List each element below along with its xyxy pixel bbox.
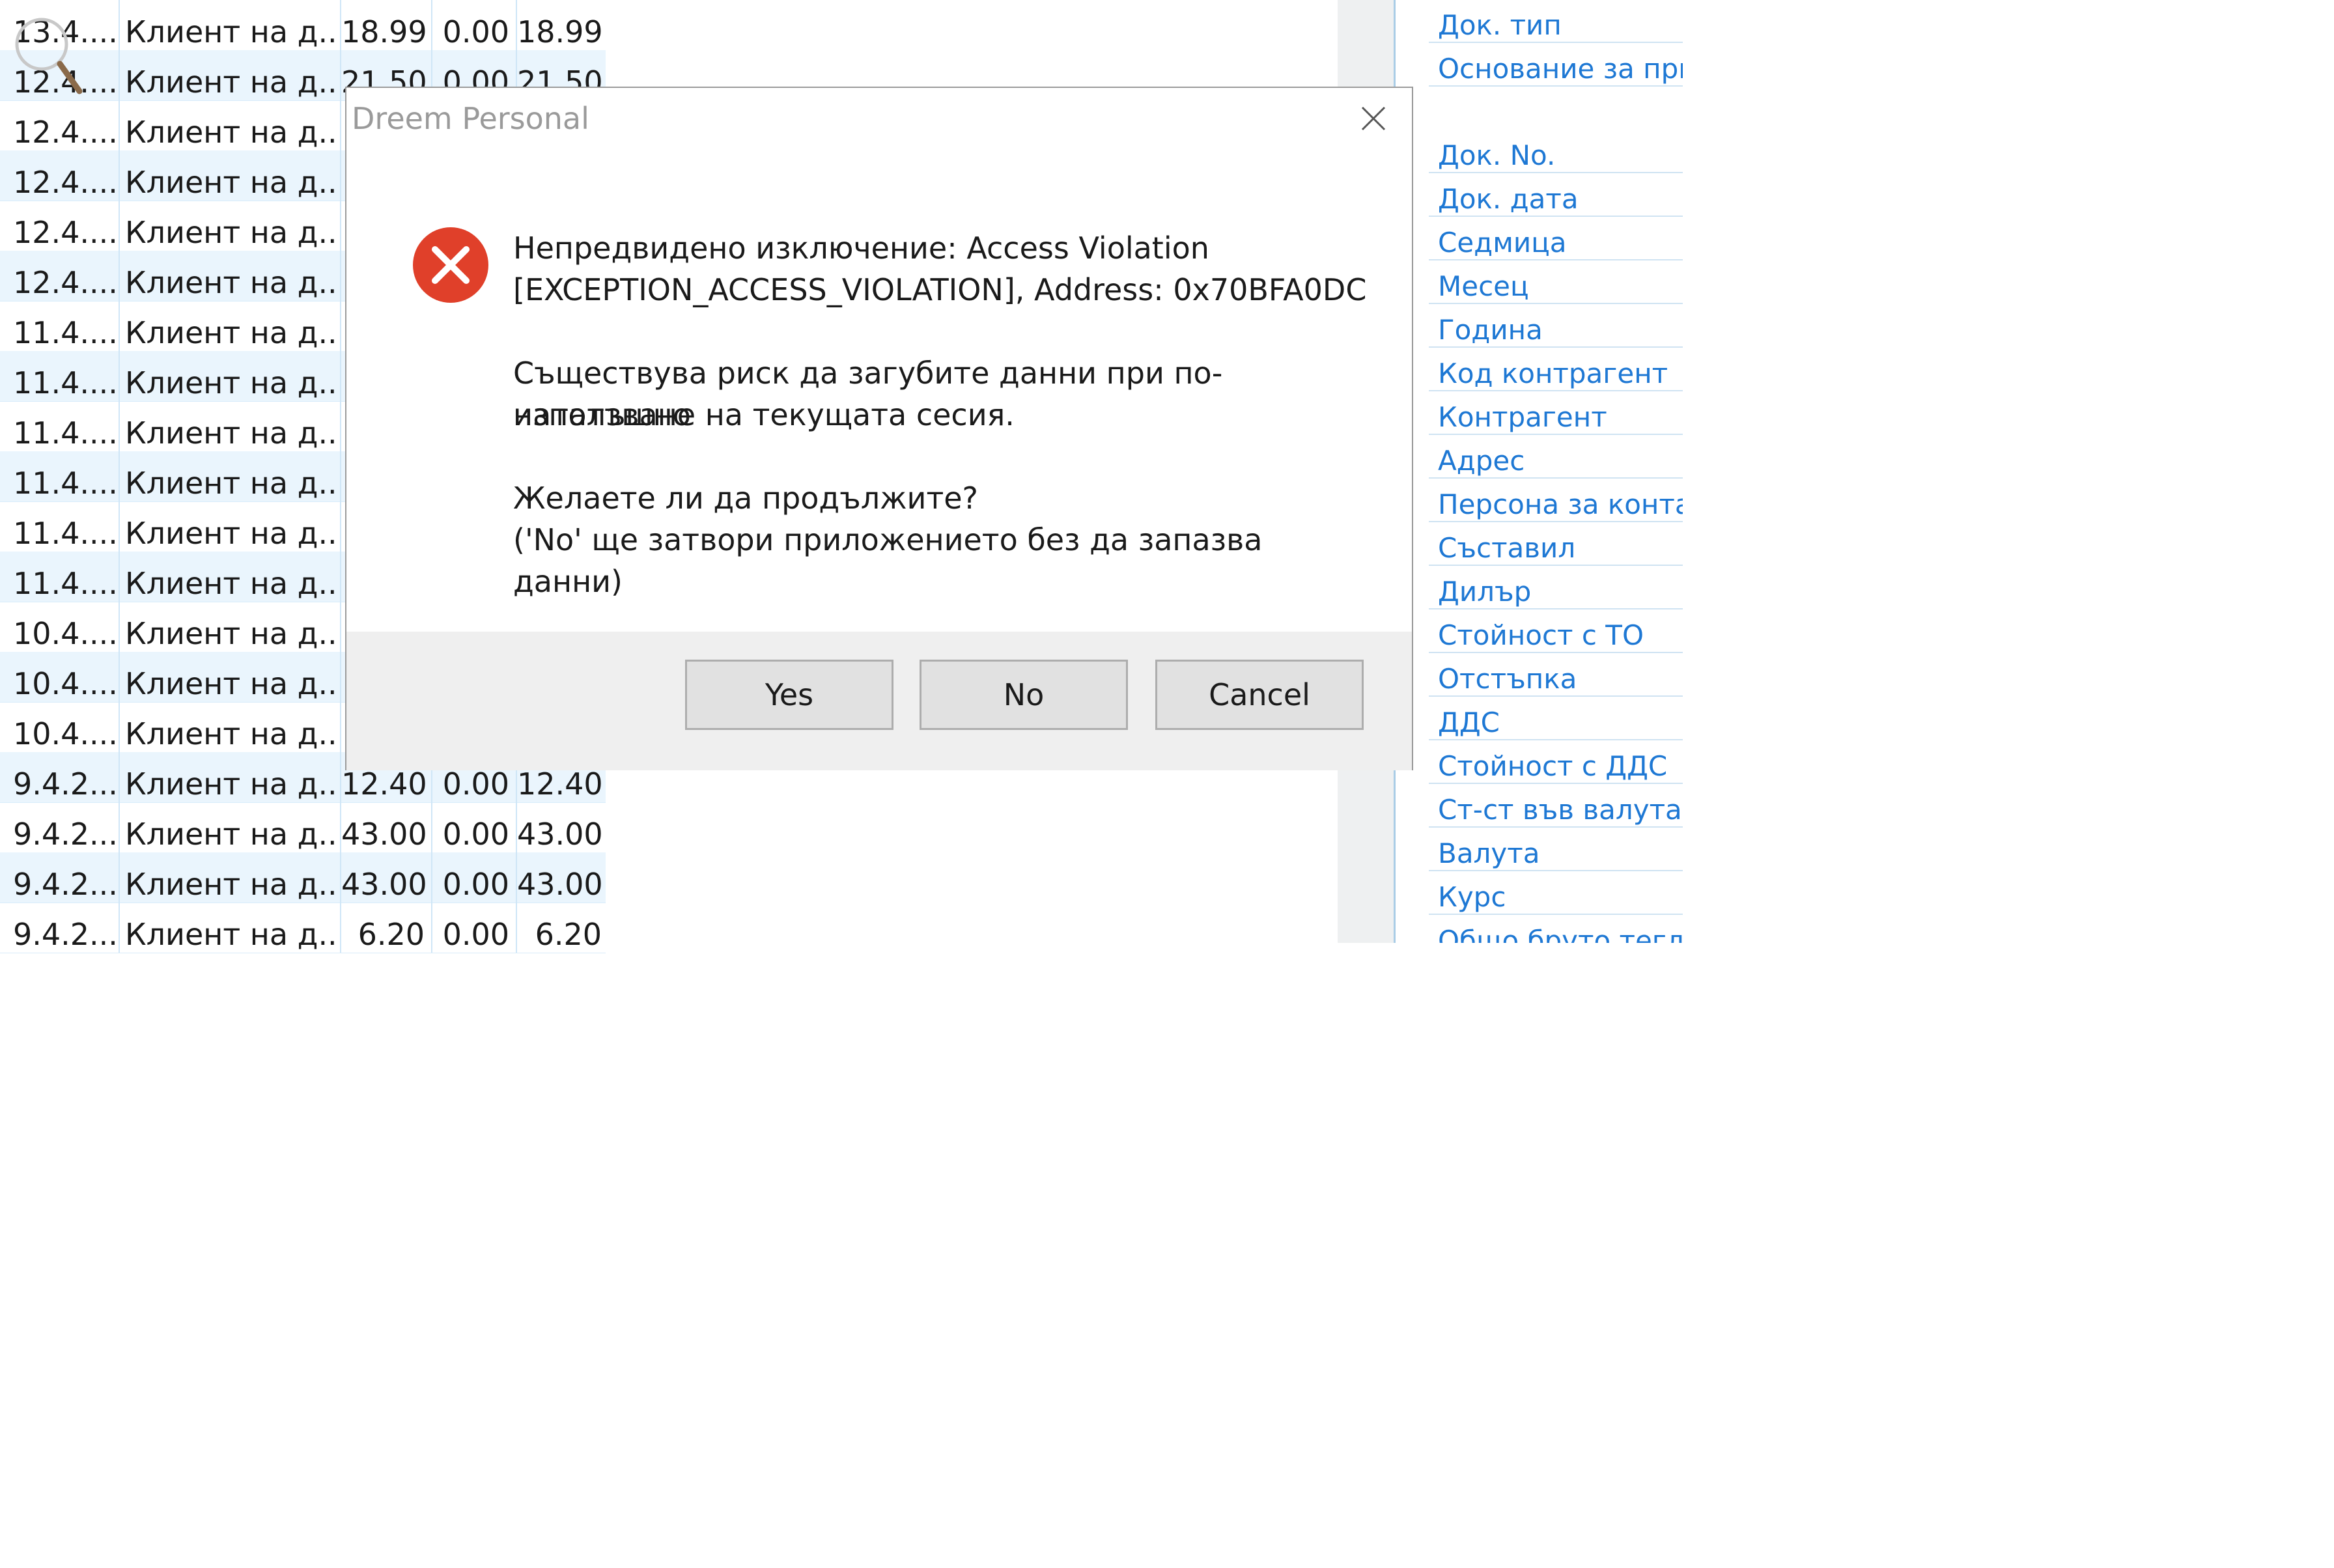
value-cell: 6.20 <box>341 903 432 953</box>
field-list-item[interactable]: Курс <box>1429 872 1683 915</box>
client-cell: Клиент на д... <box>120 702 341 752</box>
client-cell: Клиент на д... <box>120 251 341 301</box>
field-list-item[interactable]: Месец <box>1429 261 1683 304</box>
field-list-item[interactable]: Година <box>1429 305 1683 348</box>
field-list-item[interactable]: Док. No. <box>1429 130 1683 173</box>
error-dialog: Dreem Personal Непредвидено изключение: … <box>345 87 1413 770</box>
date-cell: 11.4.... <box>0 552 120 602</box>
table-row[interactable]: 9.4.2... Клиент на д... 43.00 0.00 43.00 <box>0 802 606 853</box>
client-cell: Клиент на д... <box>120 903 341 953</box>
cancel-button[interactable]: Cancel <box>1155 660 1364 730</box>
client-cell: Клиент на д... <box>120 652 341 702</box>
discount-cell: 0.00 <box>432 903 517 953</box>
date-cell: 9.4.2... <box>0 903 120 953</box>
message-line-6: ('No' ще затвори приложението без да зап… <box>513 522 1263 599</box>
field-list-item[interactable]: Код контрагент <box>1429 348 1683 391</box>
client-cell: Клиент на д... <box>120 802 341 852</box>
message-line-2: [EXCEPTION_ACCESS_VIOLATION], Address: 0… <box>513 272 1367 307</box>
value-cell: 18.99 <box>341 0 432 50</box>
client-cell: Клиент на д... <box>120 602 341 652</box>
total-cell: 18.99 <box>517 14 603 49</box>
client-cell: Клиент на д... <box>120 552 341 602</box>
total-cell: 43.00 <box>517 867 603 902</box>
table-row[interactable]: 9.4.2... Клиент на д... 43.00 0.00 43.00 <box>0 852 606 903</box>
date-cell: 12.4.... <box>0 150 120 201</box>
date-cell: 11.4.... <box>0 351 120 401</box>
field-list-item[interactable]: Персона за контакт <box>1429 479 1683 522</box>
field-list-item[interactable]: Адрес <box>1429 436 1683 479</box>
client-cell: Клиент на д... <box>120 852 341 903</box>
discount-cell: 0.00 <box>432 802 517 852</box>
client-cell: Клиент на д... <box>120 351 341 401</box>
client-cell: Клиент на д... <box>120 0 341 50</box>
date-cell: 11.4.... <box>0 301 120 351</box>
date-cell: 12.4.... <box>0 100 120 150</box>
magnifier-icon[interactable] <box>9 10 87 102</box>
error-icon <box>413 227 488 303</box>
date-cell: 10.4.... <box>0 602 120 652</box>
field-list-item[interactable]: Ст-ст във валута <box>1429 785 1683 828</box>
field-list-item[interactable]: Стойност с ТО <box>1429 610 1683 653</box>
no-button[interactable]: No <box>920 660 1128 730</box>
message-line-1: Непредвидено изключение: Access Violatio… <box>513 231 1209 266</box>
total-cell: 43.00 <box>517 817 603 852</box>
date-cell: 10.4.... <box>0 702 120 752</box>
message-line-4: използване на текущата сесия. <box>513 397 1015 432</box>
close-icon[interactable] <box>1357 102 1390 135</box>
date-cell: 10.4.... <box>0 652 120 702</box>
field-list-item[interactable]: Валута <box>1429 828 1683 871</box>
client-cell: Клиент на д... <box>120 401 341 451</box>
table-row[interactable]: 9.4.2... Клиент на д... 6.20 0.00 6.20 <box>0 903 606 953</box>
total-cell: 6.20 <box>535 917 602 952</box>
table-row[interactable]: 13.4.... Клиент на д... 18.99 0.00 18.99 <box>0 0 606 51</box>
value-cell: 43.00 <box>341 852 432 903</box>
date-cell: 9.4.2... <box>0 802 120 852</box>
client-cell: Клиент на д... <box>120 100 341 150</box>
discount-cell: 0.00 <box>432 852 517 903</box>
client-cell: Клиент на д... <box>120 301 341 351</box>
client-cell: Клиент на д... <box>120 201 341 251</box>
date-cell: 12.4.... <box>0 251 120 301</box>
field-list-item[interactable]: Дилър <box>1429 567 1683 609</box>
field-list-item[interactable]: ДДС <box>1429 697 1683 740</box>
field-list-item[interactable]: Док. тип <box>1429 0 1683 43</box>
date-cell: 9.4.2... <box>0 852 120 903</box>
discount-cell: 0.00 <box>432 0 517 50</box>
field-list-item[interactable]: Док. дата <box>1429 174 1683 217</box>
date-cell: 11.4.... <box>0 451 120 501</box>
field-list-item[interactable]: Седмица <box>1429 217 1683 260</box>
client-cell: Клиент на д... <box>120 501 341 552</box>
date-cell: 11.4.... <box>0 401 120 451</box>
message-line-5: Желаете ли да продължите? <box>513 481 978 516</box>
client-cell: Клиент на д... <box>120 752 341 802</box>
field-list-item[interactable]: Отстъпка <box>1429 654 1683 697</box>
field-list-item[interactable]: Основание за прил <box>1429 44 1683 87</box>
field-list-item[interactable]: Стойност с ДДС <box>1429 741 1683 784</box>
client-cell: Клиент на д... <box>120 150 341 201</box>
date-cell: 12.4.... <box>0 201 120 251</box>
date-cell: 9.4.2... <box>0 752 120 802</box>
value-cell: 43.00 <box>341 802 432 852</box>
field-list-item[interactable]: Съставил <box>1429 523 1683 566</box>
date-cell: 11.4.... <box>0 501 120 552</box>
dialog-title: Dreem Personal <box>352 101 589 136</box>
yes-button[interactable]: Yes <box>685 660 893 730</box>
client-cell: Клиент на д... <box>120 50 341 100</box>
field-list-item[interactable]: Общо бруто тегло <box>1429 916 1683 943</box>
field-list[interactable]: Док. типОснование за прил Док. No.Док. да… <box>1429 0 1683 943</box>
client-cell: Клиент на д... <box>120 451 341 501</box>
field-list-item[interactable]: Контрагент <box>1429 392 1683 435</box>
